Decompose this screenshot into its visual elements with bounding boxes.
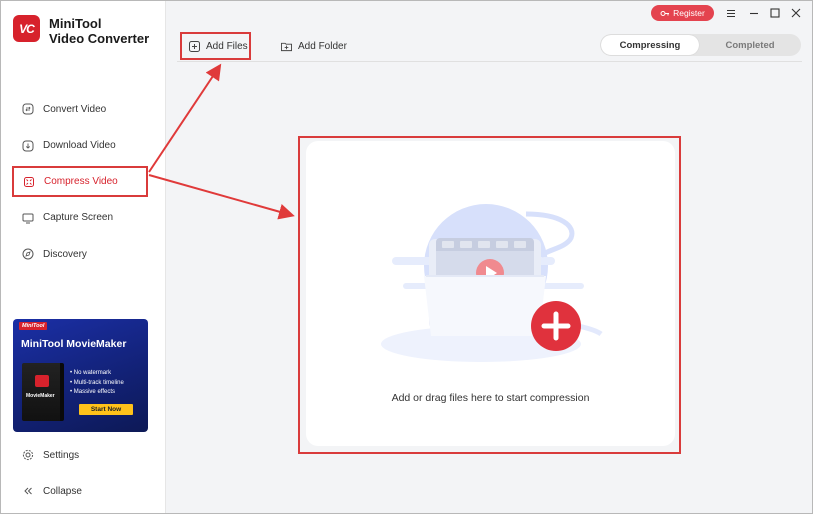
hamburger-icon bbox=[727, 9, 735, 17]
settings-button[interactable]: Settings bbox=[22, 449, 79, 461]
file-drop-zone[interactable]: Add or drag files here to start compress… bbox=[306, 141, 675, 446]
add-files-label: Add Files bbox=[206, 40, 248, 52]
sidebar-item-label: Discovery bbox=[43, 248, 87, 260]
sidebar-item-label: Convert Video bbox=[43, 103, 107, 115]
tab-completed[interactable]: Completed bbox=[701, 35, 799, 55]
sidebar-nav: Convert Video Download Video Compress Vi… bbox=[12, 93, 149, 275]
product-box-image: MovieMaker bbox=[22, 363, 64, 421]
sidebar-item-convert-video[interactable]: Convert Video bbox=[13, 93, 149, 125]
close-button[interactable] bbox=[788, 5, 804, 21]
maximize-button[interactable] bbox=[767, 5, 783, 21]
sidebar-item-label: Download Video bbox=[43, 140, 116, 151]
maximize-icon bbox=[770, 8, 780, 18]
product-box-label: MovieMaker bbox=[26, 393, 55, 399]
menu-button[interactable] bbox=[723, 5, 739, 21]
capture-icon bbox=[22, 212, 34, 224]
drop-zone-text: Add or drag files here to start compress… bbox=[391, 392, 590, 404]
compass-icon bbox=[22, 248, 34, 260]
app-window: VC MiniTool Video Converter Convert Vide… bbox=[0, 0, 813, 514]
sidebar: VC MiniTool Video Converter Convert Vide… bbox=[1, 1, 166, 513]
double-chevron-left-icon bbox=[22, 485, 34, 497]
add-folder-icon bbox=[281, 41, 292, 52]
settings-label: Settings bbox=[43, 449, 80, 461]
promo-feature: • Multi-track timeline bbox=[70, 379, 124, 386]
register-label: Register bbox=[673, 8, 705, 18]
toolbar-divider bbox=[177, 61, 802, 62]
convert-icon bbox=[22, 103, 34, 115]
status-tabs: Compressing Completed bbox=[600, 34, 801, 56]
register-button[interactable]: Register bbox=[651, 5, 714, 21]
app-title-line2: Video Converter bbox=[49, 31, 150, 46]
app-title: MiniTool Video Converter bbox=[49, 16, 149, 46]
arrow-to-drop-zone bbox=[148, 174, 295, 220]
sidebar-item-capture-screen[interactable]: Capture Screen bbox=[13, 202, 149, 234]
minimize-icon bbox=[750, 12, 758, 14]
moviemaker-logo-icon bbox=[35, 375, 49, 387]
promo-features: • No watermark • Multi-track timeline • … bbox=[70, 369, 124, 398]
tab-compressing[interactable]: Compressing bbox=[601, 35, 699, 55]
add-video-illustration bbox=[381, 204, 603, 362]
promo-feature: • Massive effects bbox=[70, 389, 116, 395]
close-icon bbox=[791, 8, 801, 18]
add-folder-button[interactable]: Add Folder bbox=[281, 32, 347, 60]
sidebar-item-label: Capture Screen bbox=[43, 212, 114, 223]
sidebar-item-label: Compress Video bbox=[44, 176, 118, 187]
app-title-line1: MiniTool bbox=[49, 16, 102, 31]
add-files-button[interactable]: Add Files bbox=[180, 32, 251, 60]
start-now-button[interactable]: Start Now bbox=[79, 404, 133, 415]
gear-icon bbox=[22, 449, 34, 461]
minimize-button[interactable] bbox=[746, 5, 762, 21]
moviemaker-promo-banner[interactable]: MiniTool MiniTool MovieMaker MovieMaker … bbox=[13, 319, 148, 432]
collapse-button[interactable]: Collapse bbox=[22, 485, 82, 497]
sidebar-item-download-video[interactable]: Download Video bbox=[13, 130, 149, 162]
add-file-icon bbox=[189, 40, 200, 52]
promo-title: MiniTool MovieMaker bbox=[21, 338, 127, 350]
sidebar-item-compress-video[interactable]: Compress Video bbox=[12, 166, 148, 197]
sidebar-item-discovery[interactable]: Discovery bbox=[13, 238, 149, 270]
add-folder-label: Add Folder bbox=[298, 40, 347, 52]
promo-feature: • No watermark bbox=[70, 370, 112, 376]
collapse-label: Collapse bbox=[43, 485, 82, 497]
key-icon bbox=[660, 10, 670, 16]
app-logo: VC bbox=[13, 15, 40, 42]
compress-icon bbox=[23, 176, 35, 188]
download-icon bbox=[22, 140, 34, 152]
promo-badge: MiniTool bbox=[19, 322, 48, 330]
